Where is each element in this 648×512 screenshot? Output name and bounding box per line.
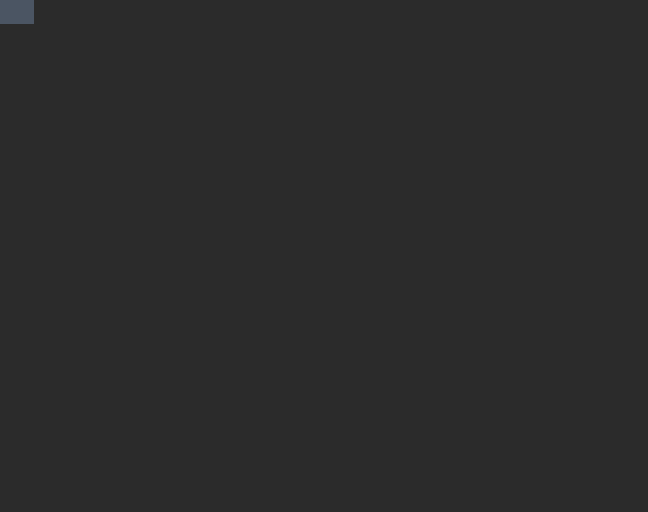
- title-bar: [0, 0, 648, 24]
- back-button[interactable]: [0, 0, 34, 24]
